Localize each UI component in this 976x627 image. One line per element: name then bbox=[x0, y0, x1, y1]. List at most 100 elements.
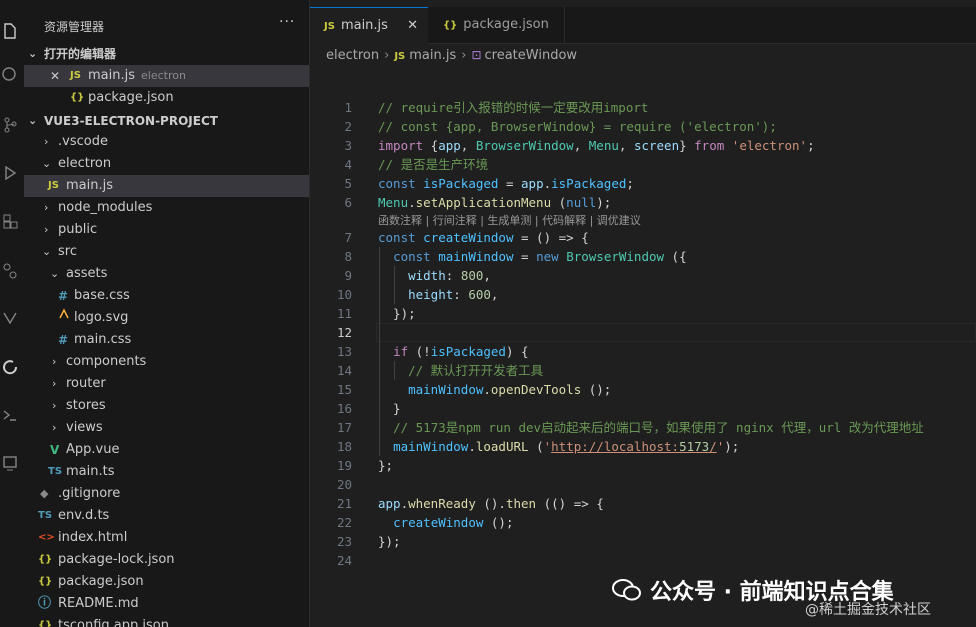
extensions-icon[interactable] bbox=[0, 212, 20, 232]
line-number: 18 bbox=[336, 439, 352, 454]
close-icon[interactable]: ✕ bbox=[50, 65, 60, 87]
tree-item-router[interactable]: › router bbox=[24, 373, 309, 395]
tree-item-src[interactable]: ⌄ src bbox=[24, 241, 309, 263]
line-number: 8 bbox=[344, 249, 352, 264]
vue-file-icon: V bbox=[50, 443, 60, 457]
tree-item-env-d-ts[interactable]: TS env.d.ts bbox=[24, 505, 309, 527]
tree-item-label: index.html bbox=[58, 530, 128, 545]
tree-item-label: router bbox=[66, 376, 106, 391]
line-number: 2 bbox=[344, 119, 352, 134]
function-symbol-icon: ⊡ bbox=[471, 48, 482, 62]
line-number: 20 bbox=[336, 477, 352, 492]
tree-item-label: node_modules bbox=[58, 200, 153, 215]
tree-item-label: electron bbox=[58, 156, 112, 171]
breadcrumb-item[interactable]: electron bbox=[326, 48, 379, 63]
tree-item-label: .gitignore bbox=[58, 486, 121, 501]
line-number: 12 bbox=[336, 325, 352, 340]
tree-item-readme[interactable]: ⓘ README.md bbox=[24, 593, 309, 615]
tree-item-label: main.css bbox=[74, 332, 132, 347]
json-file-icon: {} bbox=[38, 554, 53, 565]
chevron-right-icon: › bbox=[461, 48, 467, 63]
tab-main-js[interactable]: JS main.js ✕ bbox=[310, 7, 428, 44]
panel-icon[interactable] bbox=[0, 454, 20, 474]
js-file-icon: JS bbox=[394, 51, 406, 62]
tree-item-node-modules[interactable]: › node_modules bbox=[24, 197, 309, 219]
close-icon[interactable]: ✕ bbox=[407, 8, 418, 44]
tree-item-app-vue[interactable]: V App.vue bbox=[24, 439, 309, 461]
current-line-highlight bbox=[376, 323, 976, 342]
code-line: if (!isPackaged) { bbox=[393, 344, 529, 359]
source-control-icon[interactable] bbox=[0, 116, 20, 136]
code-line: mainWindow.openDevTools (); bbox=[408, 382, 612, 397]
tree-item-label: public bbox=[58, 222, 98, 237]
code-line: Menu.setApplicationMenu (null); bbox=[378, 195, 612, 210]
chevron-down-icon: ⌄ bbox=[42, 157, 52, 170]
tree-item-electron[interactable]: ⌄ electron bbox=[24, 153, 309, 175]
breadcrumb-item[interactable]: createWindow bbox=[485, 48, 578, 63]
tree-item-stores[interactable]: › stores bbox=[24, 395, 309, 417]
wechat-logo-icon bbox=[612, 578, 642, 602]
open-editor-name: package.json bbox=[88, 90, 174, 105]
tree-item-assets[interactable]: ⌄ assets bbox=[24, 263, 309, 285]
tree-item-index-html[interactable]: <> index.html bbox=[24, 527, 309, 549]
tab-package-json[interactable]: {} package.json bbox=[429, 7, 565, 43]
json-file-icon: {} bbox=[70, 92, 85, 103]
tree-item-main-js[interactable]: JS main.js bbox=[24, 175, 309, 197]
code-line: // 是否是生产环境 bbox=[378, 157, 489, 172]
tree-item-components[interactable]: › components bbox=[24, 351, 309, 373]
project-section[interactable]: ⌄ VUE3-ELECTRON-PROJECT bbox=[24, 110, 309, 132]
remote-explorer-icon[interactable] bbox=[0, 262, 20, 282]
tree-item-label: logo.svg bbox=[74, 310, 129, 325]
code-line: }); bbox=[378, 534, 401, 549]
explorer-title: 资源管理器 bbox=[44, 20, 105, 34]
tree-item-vscode[interactable]: › .vscode bbox=[24, 131, 309, 153]
line-number: 19 bbox=[336, 458, 352, 473]
chevron-right-icon: › bbox=[44, 223, 49, 236]
tree-item-public[interactable]: › public bbox=[24, 219, 309, 241]
code-line: mainWindow.loadURL ('http://localhost:51… bbox=[393, 439, 740, 454]
chevron-right-icon: › bbox=[52, 399, 57, 412]
code-line: app.whenReady ().then (() => { bbox=[378, 496, 604, 511]
tab-label: package.json bbox=[463, 17, 549, 32]
line-number: 6 bbox=[344, 195, 352, 210]
tab-label: main.js bbox=[340, 18, 388, 33]
tree-item-gitignore[interactable]: ◆ .gitignore bbox=[24, 483, 309, 505]
search-icon[interactable] bbox=[0, 66, 20, 86]
open-editor-item[interactable]: ✕ JS main.js electron bbox=[24, 65, 309, 87]
tree-item-package-json[interactable]: {} package.json bbox=[24, 571, 309, 593]
files-icon[interactable] bbox=[0, 22, 20, 42]
line-number: 3 bbox=[344, 138, 352, 153]
debug-console-icon[interactable] bbox=[0, 406, 20, 426]
tree-item-package-lock-json[interactable]: {} package-lock.json bbox=[24, 549, 309, 571]
tree-item-views[interactable]: › views bbox=[24, 417, 309, 439]
run-debug-icon[interactable] bbox=[0, 164, 20, 184]
code-editor[interactable]: 1 2 3 4 5 6 7 8 9 10 11 12 13 14 15 16 1… bbox=[310, 70, 976, 627]
tree-item-main-ts[interactable]: TS main.ts bbox=[24, 461, 309, 483]
html-file-icon: <> bbox=[38, 532, 55, 543]
chevron-down-icon: ⌄ bbox=[50, 267, 60, 280]
tree-item-tsconfig[interactable]: {} tsconfig.app.json bbox=[24, 615, 309, 627]
edge-tools-icon[interactable] bbox=[0, 358, 20, 378]
tree-item-label: base.css bbox=[74, 288, 130, 303]
tree-item-label: package-lock.json bbox=[58, 552, 175, 567]
tree-item-base-css[interactable]: # base.css bbox=[24, 285, 309, 307]
line-number: 21 bbox=[336, 496, 352, 511]
testing-icon[interactable] bbox=[0, 310, 20, 330]
more-actions-button[interactable]: ··· bbox=[279, 14, 295, 30]
line-number: 15 bbox=[336, 382, 352, 397]
tree-item-label: package.json bbox=[58, 574, 144, 589]
tree-item-main-css[interactable]: # main.css bbox=[24, 329, 309, 351]
tree-item-label: stores bbox=[66, 398, 106, 413]
info-file-icon: ⓘ bbox=[38, 596, 52, 611]
code-line: const mainWindow = new BrowserWindow ({ bbox=[393, 249, 687, 264]
chevron-down-icon: ⌄ bbox=[28, 47, 38, 60]
editor-tabs: JS main.js ✕ {} package.json bbox=[310, 7, 976, 44]
open-editors-section[interactable]: ⌄ 打开的编辑器 bbox=[24, 43, 309, 65]
js-file-icon: JS bbox=[70, 70, 81, 81]
breadcrumb-item[interactable]: main.js bbox=[409, 48, 456, 63]
tree-item-label: tsconfig.app.json bbox=[58, 618, 169, 627]
chevron-right-icon: › bbox=[52, 355, 57, 368]
open-editor-item[interactable]: {} package.json bbox=[24, 87, 309, 109]
line-number: 23 bbox=[336, 534, 352, 549]
tree-item-logo-svg[interactable]: logo.svg bbox=[24, 307, 309, 329]
